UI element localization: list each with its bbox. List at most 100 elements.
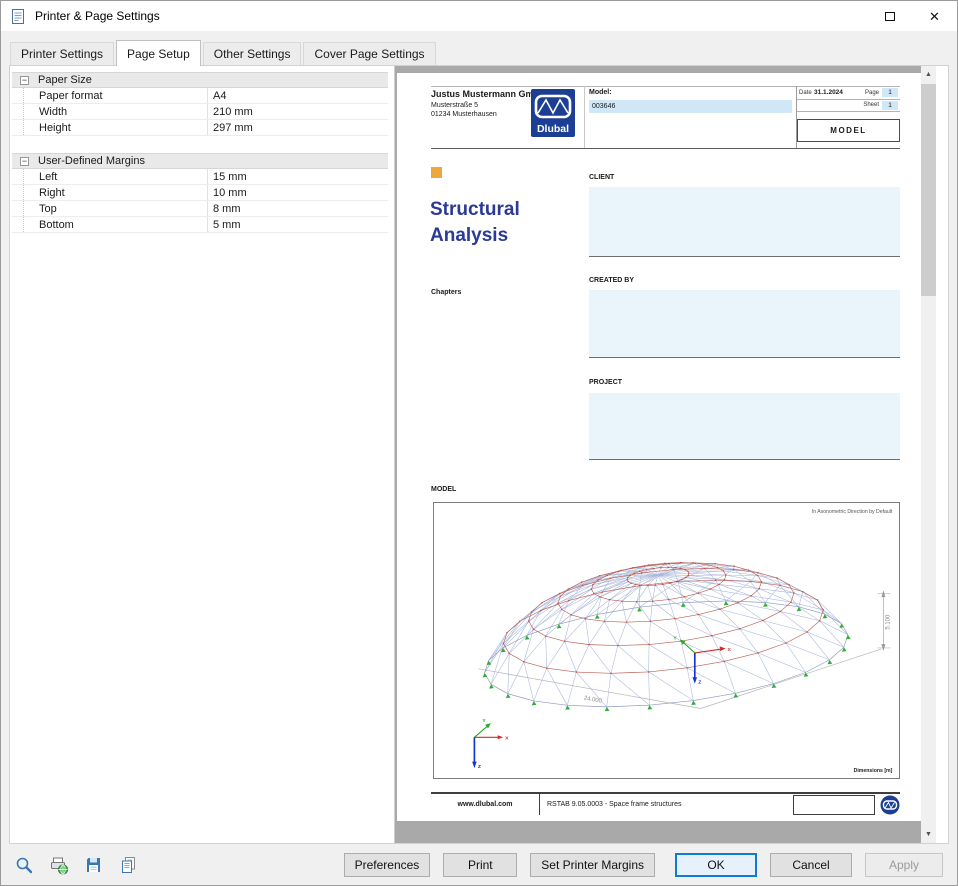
company-address: Musterstraße 5 [431, 101, 546, 110]
tree-gutter [12, 104, 24, 119]
margin-bottom-value[interactable]: 5 mm [207, 217, 388, 232]
svg-text:X: X [728, 647, 732, 653]
ok-button[interactable]: OK [675, 853, 757, 877]
svg-text:Dlubal: Dlubal [537, 123, 569, 135]
document-title-line2: Analysis [430, 223, 520, 249]
printer-globe-icon [49, 855, 69, 875]
scroll-up-button[interactable]: ▲ [921, 66, 936, 83]
footer-dlubal-logo [880, 795, 900, 815]
row-margin-bottom: Bottom 5 mm [12, 217, 388, 233]
header-rule-bottom [431, 148, 900, 149]
collapse-toggle-icon[interactable]: − [20, 157, 29, 166]
copy-pages-icon [119, 855, 139, 875]
document-title-line1: Structural [430, 197, 520, 223]
view-note: In Axonometric Direction by Default [812, 509, 893, 515]
row-paper-format: Paper format A4 [12, 88, 388, 104]
tree-gutter [12, 217, 24, 232]
save-icon [84, 855, 104, 875]
tree-gutter [12, 201, 24, 216]
header-divider [584, 86, 585, 148]
row-margin-top: Top 8 mm [12, 201, 388, 217]
row-label: Paper format [24, 90, 207, 102]
paper-format-value[interactable]: A4 [207, 88, 388, 103]
print-button[interactable]: Print [443, 853, 517, 877]
row-height: Height 297 mm [12, 120, 388, 136]
paper-width-value[interactable]: 210 mm [207, 104, 388, 119]
row-label: Right [24, 187, 207, 199]
row-label: Left [24, 171, 207, 183]
model-section-box: MODEL [797, 119, 900, 142]
accent-square [431, 167, 442, 178]
date-label: Date [799, 90, 814, 96]
created-by-label: CREATED BY [589, 277, 634, 284]
network-printer-button[interactable] [46, 852, 72, 878]
preview-scrollbar[interactable]: ▲ ▼ [921, 66, 936, 843]
dialog-toolbar [11, 852, 142, 878]
titlebar: Printer & Page Settings ✕ [1, 1, 957, 31]
corner-axes-icon: X Y Z [472, 718, 509, 770]
group-user-margins: − User-Defined Margins [12, 153, 388, 169]
dialog-buttons: Preferences Print Set Printer Margins OK… [344, 853, 943, 877]
preferences-button[interactable]: Preferences [344, 853, 431, 877]
client-field [589, 187, 900, 257]
scroll-down-button[interactable]: ▼ [921, 826, 936, 843]
row-margin-left: Left 15 mm [12, 169, 388, 185]
tree-gutter [12, 88, 24, 103]
margin-left-value[interactable]: 15 mm [207, 169, 388, 184]
created-by-field [589, 290, 900, 358]
page-footer: www.dlubal.com RSTAB 9.05.0003 - Space f… [431, 792, 900, 815]
page-setup-panel: − Paper Size Paper format A4 Width 210 m… [9, 65, 949, 844]
dimensions-note: Dimensions [m] [854, 768, 893, 774]
row-label: Width [24, 106, 207, 118]
margin-top-value[interactable]: 8 mm [207, 201, 388, 216]
row-margin-right: Right 10 mm [12, 185, 388, 201]
company-name: Justus Mustermann GmbH [431, 89, 546, 101]
project-field [589, 393, 900, 460]
dlubal-logo: Dlubal [531, 89, 575, 137]
row-width: Width 210 mm [12, 104, 388, 120]
company-block: Justus Mustermann GmbH Musterstraße 5 01… [431, 89, 546, 119]
close-button[interactable]: ✕ [912, 1, 957, 31]
width-dimension-label: 24.000 [583, 696, 603, 705]
copy-settings-button[interactable] [116, 852, 142, 878]
document-title: Structural Analysis [430, 197, 520, 248]
height-dimension-label: 5.100 [885, 614, 891, 630]
set-printer-margins-button[interactable]: Set Printer Margins [530, 853, 655, 877]
row-label: Top [24, 203, 207, 215]
paper-height-value[interactable]: 297 mm [207, 120, 388, 135]
sheet-number: 1 [882, 101, 898, 110]
company-address: 01234 Musterhausen [431, 110, 546, 119]
apply-button: Apply [865, 853, 943, 877]
close-icon: ✕ [929, 10, 940, 23]
meta-row-date: Date 31.1.2024 Page 1 [797, 87, 900, 100]
svg-text:Z: Z [478, 764, 481, 770]
scroll-up-icon: ▲ [925, 71, 932, 78]
tab-cover-page-settings[interactable]: Cover Page Settings [303, 42, 435, 65]
chapters-label: Chapters [431, 289, 461, 296]
tab-other-settings[interactable]: Other Settings [203, 42, 302, 65]
tab-printer-settings[interactable]: Printer Settings [10, 42, 114, 65]
page-label: Page [865, 90, 879, 96]
tree-gutter [12, 185, 24, 200]
model-image-frame: In Axonometric Direction by Default [433, 502, 900, 779]
svg-text:Y: Y [482, 718, 486, 724]
margin-right-value[interactable]: 10 mm [207, 185, 388, 200]
sheet-label: Sheet [863, 102, 879, 108]
search-settings-button[interactable] [11, 852, 37, 878]
tabstrip: Printer Settings Page Setup Other Settin… [1, 31, 957, 65]
footer-website: www.dlubal.com [431, 801, 539, 808]
cancel-button[interactable]: Cancel [770, 853, 852, 877]
window-controls: ✕ [867, 1, 957, 31]
scrollbar-thumb[interactable] [921, 84, 936, 296]
svg-text:Z: Z [698, 680, 701, 686]
maximize-button[interactable] [867, 1, 912, 31]
date-value: 31.1.2024 [814, 89, 865, 96]
svg-text:X: X [505, 735, 509, 741]
row-label: Bottom [24, 219, 207, 231]
tree-gutter [12, 120, 24, 135]
model-label: Model: [589, 89, 612, 96]
model-preview-image: In Axonometric Direction by Default [434, 503, 899, 778]
tab-page-setup[interactable]: Page Setup [116, 40, 201, 66]
collapse-toggle-icon[interactable]: − [20, 76, 29, 85]
save-settings-button[interactable] [81, 852, 107, 878]
